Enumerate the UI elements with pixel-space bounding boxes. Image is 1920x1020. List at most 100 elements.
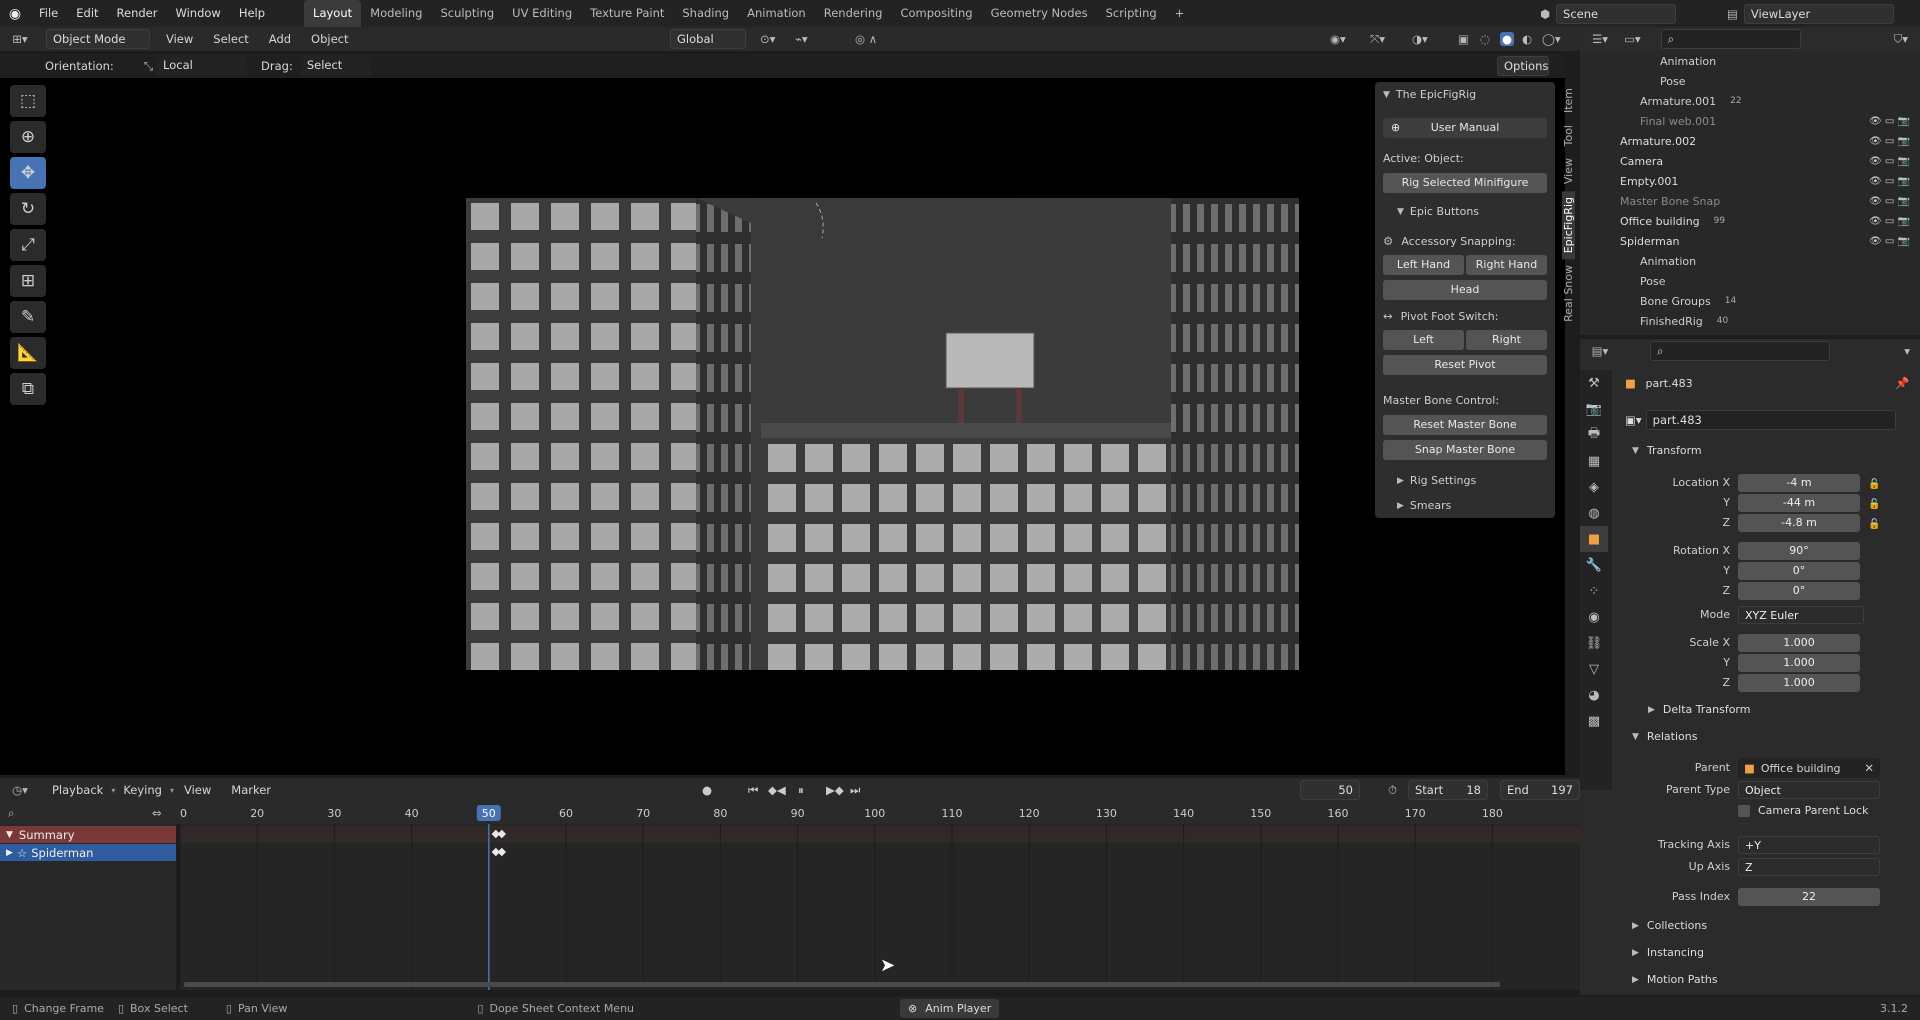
jump-end-icon[interactable]: ⏭ — [850, 783, 860, 798]
viewlayer-tab-icon[interactable]: ▦ — [1580, 448, 1608, 474]
snap-master-bone-button[interactable]: Snap Master Bone — [1383, 440, 1547, 460]
scene-selector[interactable]: ⬢ Scene — [1540, 3, 1677, 24]
overlay-icon[interactable]: ◑▾ — [1412, 32, 1428, 46]
scene-tab-icon[interactable]: ◈ — [1580, 474, 1608, 500]
right-hand-button[interactable]: Right Hand — [1466, 255, 1547, 275]
tab-tool[interactable]: Tool — [1562, 119, 1575, 152]
object-tab-icon[interactable]: ■ — [1580, 526, 1608, 552]
modifier-tab-icon[interactable]: 🔧 — [1580, 552, 1608, 578]
outliner-row[interactable]: Animation — [1580, 51, 1920, 71]
location-y-field[interactable]: -44 m — [1738, 494, 1860, 512]
proportional-icon[interactable]: ◎ ∧ — [855, 32, 877, 46]
tab-uv-editing[interactable]: UV Editing — [503, 0, 581, 27]
gizmo-icon[interactable]: ⤧▾ — [1370, 32, 1385, 47]
menu-select[interactable]: Select — [203, 32, 258, 46]
tab-compositing[interactable]: Compositing — [891, 0, 981, 27]
keyframe-diamond[interactable] — [497, 847, 507, 857]
pivot-right-button[interactable]: Right — [1466, 330, 1547, 350]
lock-icon[interactable]: 🔓 — [1868, 495, 1880, 515]
pivot-icon[interactable]: ⊙▾ — [760, 32, 775, 46]
epic-buttons-collapse-icon[interactable]: ▼ — [1397, 207, 1404, 217]
collapse-icon[interactable]: ▼ — [1383, 90, 1390, 100]
reset-pivot-button[interactable]: Reset Pivot — [1383, 355, 1547, 375]
collections-section[interactable]: ▶ Collections — [1632, 919, 1707, 932]
tab-geometry-nodes[interactable]: Geometry Nodes — [982, 0, 1097, 27]
editor-type-icon[interactable]: ⊞▾ — [0, 32, 40, 46]
visibility-eye-icon[interactable]: 👁 ▭ 📷 — [1869, 216, 1910, 227]
transform-tool-icon[interactable]: ⊞ — [10, 265, 46, 297]
lock-icon[interactable]: 🔓 — [1868, 515, 1880, 535]
instancing-section[interactable]: ▶ Instancing — [1632, 946, 1704, 959]
drag-dropdown[interactable]: Select Box — [300, 56, 371, 90]
rotate-tool-icon[interactable]: ↻ — [10, 193, 46, 225]
object-type-icon[interactable]: ▣▾ — [1625, 413, 1642, 427]
blender-logo-icon[interactable]: ◉ — [0, 6, 30, 22]
cancel-icon[interactable]: ⊗ — [908, 1002, 917, 1015]
visibility-eye-icon[interactable]: 👁 ▭ 📷 — [1869, 176, 1910, 187]
tab-layout[interactable]: Layout — [304, 0, 362, 27]
options-button[interactable]: Options — [1497, 56, 1549, 76]
rotation-x-field[interactable]: 90° — [1738, 542, 1860, 560]
xray-icon[interactable]: ▣ — [1458, 32, 1469, 46]
outliner-row[interactable]: Final web.001 👁 ▭ 📷 — [1580, 111, 1920, 131]
menu-keying[interactable]: Keying — [115, 783, 170, 797]
tab-texture-paint[interactable]: Texture Paint — [581, 0, 673, 27]
object-name-field[interactable]: part.483 — [1645, 410, 1896, 430]
filter-icon[interactable]: ⛉▾ — [1894, 32, 1908, 47]
outliner-row[interactable]: Empty.001 👁 ▭ 📷 — [1580, 171, 1920, 191]
scale-z-field[interactable]: 1.000 — [1738, 674, 1860, 692]
tab-view[interactable]: View — [1562, 152, 1575, 190]
frame-ruler[interactable]: 10 20 30 40 50 60 70 80 90 100 110 120 130 140 150 160 1… — [173, 802, 1580, 824]
menu-file[interactable]: File — [30, 0, 67, 27]
transform-section[interactable]: ▼ Transform — [1632, 444, 1702, 457]
left-hand-button[interactable]: Left Hand — [1383, 255, 1464, 275]
measure-tool-icon[interactable]: 📐 — [10, 337, 46, 369]
outliner-row[interactable]: Pose — [1580, 271, 1920, 291]
shading-material-icon[interactable]: ◐ — [1522, 32, 1532, 46]
shading-solid-icon[interactable]: ● — [1500, 32, 1515, 46]
tab-shading[interactable]: Shading — [673, 0, 738, 27]
delta-transform-section[interactable]: ▶ Delta Transform — [1648, 703, 1750, 716]
tab-epicfigrig[interactable]: EpicFigRig — [1562, 190, 1575, 259]
material-tab-icon[interactable]: ◕ — [1580, 682, 1608, 708]
motion-paths-section[interactable]: ▶ Motion Paths — [1632, 973, 1718, 986]
render-tab-icon[interactable]: 📷 — [1580, 396, 1608, 422]
visibility-eye-icon[interactable]: 👁 ▭ 📷 — [1869, 156, 1910, 167]
parent-type-dropdown[interactable]: Object — [1738, 781, 1880, 799]
tab-modeling[interactable]: Modeling — [361, 0, 431, 27]
collapse-icon[interactable]: ▼ — [6, 830, 13, 840]
outliner-row[interactable]: Spiderman 👁 ▭ 📷 — [1580, 231, 1920, 251]
pass-index-field[interactable]: 22 — [1738, 888, 1880, 906]
location-x-field[interactable]: -4 m — [1738, 474, 1860, 492]
rotation-y-field[interactable]: 0° — [1738, 562, 1860, 580]
location-z-field[interactable]: -4.8 m — [1738, 514, 1860, 532]
physics-tab-icon[interactable]: ◉ — [1580, 604, 1608, 630]
tab-animation[interactable]: Animation — [738, 0, 815, 27]
menu-edit[interactable]: Edit — [67, 0, 107, 27]
smears-subpanel[interactable]: ▶ Smears — [1397, 499, 1451, 512]
props-search[interactable]: ⌕ — [1650, 341, 1830, 361]
outliner-row[interactable]: Armature.001 22 — [1580, 91, 1920, 111]
parent-field[interactable]: ■ Office building ✕ — [1738, 758, 1880, 778]
tab-scripting[interactable]: Scripting — [1097, 0, 1166, 27]
rig-selected-button[interactable]: Rig Selected Minifigure — [1383, 173, 1547, 193]
tab-item[interactable]: Item — [1562, 82, 1575, 119]
rotation-z-field[interactable]: 0° — [1738, 582, 1860, 600]
transform-orientation[interactable]: Global — [670, 29, 746, 49]
outliner-row[interactable]: Master Bone Snap 👁 ▭ 📷 — [1580, 191, 1920, 211]
search-icon[interactable]: ⌕ — [8, 806, 14, 821]
prev-keyframe-icon[interactable]: ◆◀ — [768, 783, 786, 797]
outliner-editor-icon[interactable]: ☰▾ — [1580, 32, 1620, 46]
data-tab-icon[interactable]: ▽ — [1580, 656, 1608, 682]
lock-icon[interactable]: 🔓 — [1868, 475, 1880, 495]
pivot-left-button[interactable]: Left — [1383, 330, 1464, 350]
expand-icon[interactable]: ▶ — [6, 848, 13, 858]
outliner-search[interactable]: ⌕ — [1660, 29, 1801, 49]
visibility-eye-icon[interactable]: 👁 ▭ 📷 — [1869, 236, 1910, 247]
menu-window[interactable]: Window — [166, 0, 229, 27]
tab-sculpting[interactable]: Sculpting — [431, 0, 503, 27]
swap-icon[interactable]: ⇔ — [152, 806, 162, 820]
mode-dropdown[interactable]: Object Mode — [46, 29, 150, 49]
viewlayer-selector[interactable]: ▤ ViewLayer — [1727, 3, 1894, 24]
outliner-row[interactable]: Armature.002 👁 ▭ 📷 — [1580, 131, 1920, 151]
